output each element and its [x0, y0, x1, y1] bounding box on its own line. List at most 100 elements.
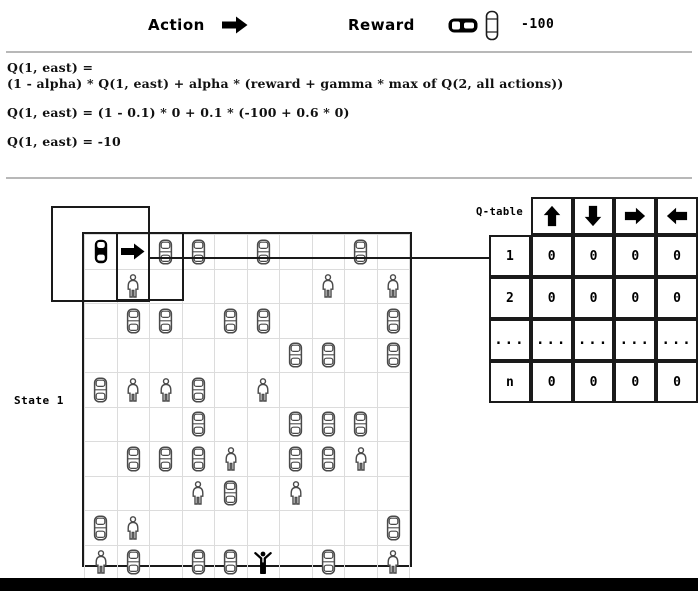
gridworld-cell-r9-c3[interactable] — [149, 510, 183, 546]
qtable-cell-r3-c4[interactable]: ... — [656, 319, 698, 361]
gridworld-cell-r4-c7[interactable] — [279, 337, 313, 373]
gridworld-cell-r6-c1[interactable] — [84, 406, 118, 442]
gridworld-cell-r8-c10[interactable] — [376, 475, 410, 511]
qtable-cell-r1-c3[interactable]: 0 — [614, 235, 657, 277]
gridworld-cell-r10-c8[interactable] — [311, 544, 345, 580]
gridworld-cell-r8-c6[interactable] — [246, 475, 280, 511]
gridworld-cell-r6-c2[interactable] — [116, 406, 150, 442]
qtable-cell-r3-c1[interactable]: ... — [530, 319, 573, 361]
gridworld-cell-r5-c3[interactable] — [149, 372, 183, 408]
gridworld-cell-r4-c8[interactable] — [311, 337, 345, 373]
gridworld-cell-r8-c7[interactable] — [279, 475, 313, 511]
qtable-wrapper[interactable]: 1 0 0 0 0 2 0 0 0 0............... n 0 0 0 0 — [489, 197, 698, 403]
gridworld-cell-r2-c4[interactable] — [181, 268, 215, 304]
gridworld-cell-r5-c9[interactable] — [344, 372, 378, 408]
gridworld-cell-r10-c4[interactable] — [181, 544, 215, 580]
gridworld-cell-r4-c1[interactable] — [84, 337, 118, 373]
gridworld-cell-r7-c10[interactable] — [376, 441, 410, 477]
gridworld-cell-r1-c6[interactable] — [246, 234, 280, 270]
gridworld-cell-r1-c4[interactable] — [181, 234, 215, 270]
gridworld-cell-r10-c1[interactable] — [84, 544, 118, 580]
gridworld-cell-r6-c4[interactable] — [181, 406, 215, 442]
gridworld-cell-r1-c3[interactable] — [149, 234, 183, 270]
gridworld-cell-r7-c7[interactable] — [279, 441, 313, 477]
qtable-cell-r4-c2[interactable]: 0 — [572, 361, 615, 403]
gridworld-cell-r8-c5[interactable] — [214, 475, 248, 511]
gridworld-cell-r5-c4[interactable] — [181, 372, 215, 408]
gridworld-cell-r9-c10[interactable] — [376, 510, 410, 546]
gridworld-cell-r6-c7[interactable] — [279, 406, 313, 442]
gridworld-cell-r9-c8[interactable] — [311, 510, 345, 546]
gridworld-cell-r8-c8[interactable] — [311, 475, 345, 511]
gridworld-cell-r3-c8[interactable] — [311, 303, 345, 339]
gridworld-cell-r10-c3[interactable] — [149, 544, 183, 580]
gridworld-cell-r3-c1[interactable] — [84, 303, 118, 339]
gridworld-cell-r5-c5[interactable] — [214, 372, 248, 408]
gridworld-cell-r5-c7[interactable] — [279, 372, 313, 408]
gridworld-cell-r9-c1[interactable] — [84, 510, 118, 546]
qtable-cell-r2-c3[interactable]: 0 — [614, 277, 657, 319]
gridworld-cell-r3-c7[interactable] — [279, 303, 313, 339]
gridworld-cell-r3-c3[interactable] — [149, 303, 183, 339]
gridworld-cell-r3-c6[interactable] — [246, 303, 280, 339]
gridworld-cell-r3-c4[interactable] — [181, 303, 215, 339]
gridworld-cell-r7-c3[interactable] — [149, 441, 183, 477]
gridworld-cell-r10-c9[interactable] — [344, 544, 378, 580]
gridworld-cell-r10-c6[interactable] — [246, 544, 280, 580]
qtable-cell-r3-c3[interactable]: ... — [614, 319, 657, 361]
gridworld-cell-r5-c8[interactable] — [311, 372, 345, 408]
qtable-cell-r4-c3[interactable]: 0 — [614, 361, 657, 403]
gridworld-cell-r3-c2[interactable] — [116, 303, 150, 339]
gridworld-cell-r4-c6[interactable] — [246, 337, 280, 373]
gridworld-cell-r6-c10[interactable] — [376, 406, 410, 442]
gridworld-cell-r2-c6[interactable] — [246, 268, 280, 304]
gridworld-cell-r4-c5[interactable] — [214, 337, 248, 373]
gridworld-cell-r10-c10[interactable] — [376, 544, 410, 580]
qtable-header-right-arrow-icon[interactable] — [614, 197, 657, 235]
gridworld-cell-r1-c8[interactable] — [311, 234, 345, 270]
gridworld-cell-r6-c9[interactable] — [344, 406, 378, 442]
gridworld-cell-r4-c4[interactable] — [181, 337, 215, 373]
qtable-header-left-arrow-icon[interactable] — [656, 197, 698, 235]
qtable-cell-r3-c2[interactable]: ... — [572, 319, 615, 361]
gridworld-cell-r5-c10[interactable] — [376, 372, 410, 408]
gridworld-cell-r2-c10[interactable] — [376, 268, 410, 304]
gridworld-cell-r2-c9[interactable] — [344, 268, 378, 304]
qtable-cell-r2-c1[interactable]: 0 — [530, 277, 573, 319]
gridworld-cell-r6-c8[interactable] — [311, 406, 345, 442]
qtable-cell-r2-c2[interactable]: 0 — [572, 277, 615, 319]
gridworld-cell-r8-c4[interactable] — [181, 475, 215, 511]
gridworld-cell-r2-c8[interactable] — [311, 268, 345, 304]
gridworld-cell-r4-c3[interactable] — [149, 337, 183, 373]
gridworld-cell-r3-c9[interactable] — [344, 303, 378, 339]
gridworld-cell-r7-c5[interactable] — [214, 441, 248, 477]
gridworld-cell-r7-c8[interactable] — [311, 441, 345, 477]
gridworld-cell-r3-c5[interactable] — [214, 303, 248, 339]
gridworld-cell-r6-c5[interactable] — [214, 406, 248, 442]
gridworld-cell-r5-c6[interactable] — [246, 372, 280, 408]
gridworld-cell-r10-c2[interactable] — [116, 544, 150, 580]
gridworld-cell-r10-c7[interactable] — [279, 544, 313, 580]
gridworld-cell-r8-c1[interactable] — [84, 475, 118, 511]
gridworld-cell-r7-c4[interactable] — [181, 441, 215, 477]
qtable-cell-r4-c1[interactable]: 0 — [530, 361, 573, 403]
gridworld-cell-r9-c7[interactable] — [279, 510, 313, 546]
gridworld-cell-r7-c9[interactable] — [344, 441, 378, 477]
gridworld-cell-r8-c9[interactable] — [344, 475, 378, 511]
gridworld-cell-r2-c5[interactable] — [214, 268, 248, 304]
gridworld-cell-r1-c5[interactable] — [214, 234, 248, 270]
gridworld-cell-r2-c7[interactable] — [279, 268, 313, 304]
gridworld-cell-r7-c6[interactable] — [246, 441, 280, 477]
gridworld-cell-r7-c2[interactable] — [116, 441, 150, 477]
gridworld-cell-r4-c10[interactable] — [376, 337, 410, 373]
gridworld-cell-r7-c1[interactable] — [84, 441, 118, 477]
qtable-cell-r2-c4[interactable]: 0 — [656, 277, 698, 319]
gridworld-cell-r9-c9[interactable] — [344, 510, 378, 546]
gridworld-cell-r4-c2[interactable] — [116, 337, 150, 373]
qtable-cell-r1-c4[interactable]: 0 — [656, 235, 698, 277]
qtable-cell-r4-c4[interactable]: 0 — [656, 361, 698, 403]
gridworld-cell-r9-c2[interactable] — [116, 510, 150, 546]
gridworld-cell-r2-c3[interactable] — [149, 268, 183, 304]
gridworld-cell-r8-c2[interactable] — [116, 475, 150, 511]
gridworld-cell-r1-c9[interactable] — [344, 234, 378, 270]
